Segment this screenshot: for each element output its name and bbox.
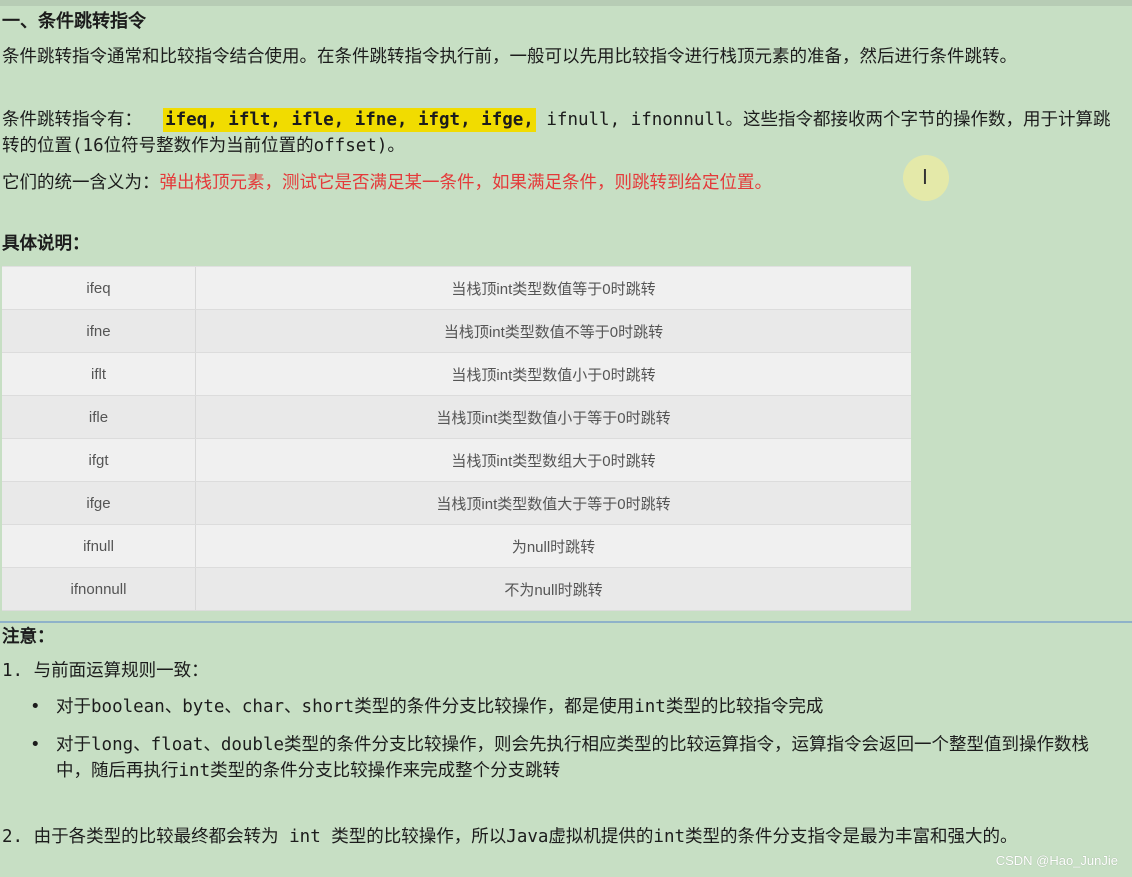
table-cell-desc: 当栈顶int类型数值小于0时跳转	[195, 352, 911, 396]
instruction-table-grid: ifeq 当栈顶int类型数值等于0时跳转 ifne 当栈顶int类型数值不等于…	[2, 267, 911, 611]
table-cell-desc: 不为null时跳转	[195, 567, 911, 611]
instruction-list-paragraph: 条件跳转指令有： ifeq, iflt, ifle, ifne, ifgt, i…	[2, 107, 1124, 159]
section-heading: 一、条件跳转指令	[2, 11, 146, 32]
table-cell-desc: 当栈顶int类型数值不等于0时跳转	[195, 309, 911, 353]
table-cell-desc: 为null时跳转	[195, 524, 911, 568]
table-cell-op: ifgt	[2, 438, 196, 482]
table-row: ifle 当栈顶int类型数值小于等于0时跳转	[2, 395, 911, 439]
table-row: ifnonnull 不为null时跳转	[2, 567, 911, 611]
text-cursor-icon: I	[922, 165, 928, 189]
table-row: ifge 当栈顶int类型数值大于等于0时跳转	[2, 481, 911, 525]
list-item: • 对于long、float、double类型的条件分支比较操作，则会先执行相应…	[30, 732, 1122, 784]
top-strip	[0, 0, 1132, 6]
meaning-prefix: 它们的统一含义为：	[2, 173, 160, 193]
meaning-red-text: 弹出栈顶元素，测试它是否满足某一条件，如果满足条件，则跳转到给定位置。	[159, 173, 773, 193]
detail-heading: 具体说明：	[2, 234, 90, 254]
section-divider	[0, 621, 1132, 623]
table-cell-op: ifne	[2, 309, 196, 353]
list-item-text: 对于long、float、double类型的条件分支比较操作，则会先执行相应类型…	[56, 735, 1090, 781]
note-heading: 注意：	[2, 627, 55, 647]
table-row: ifeq 当栈顶int类型数值等于0时跳转	[2, 267, 911, 310]
table-cell-op: ifnull	[2, 524, 196, 568]
table-cell-op: ifle	[2, 395, 196, 439]
bullet-icon: •	[30, 735, 41, 755]
table-cell-desc: 当栈顶int类型数值小于等于0时跳转	[195, 395, 911, 439]
bullet-icon: •	[30, 697, 41, 717]
table-row: ifne 当栈顶int类型数值不等于0时跳转	[2, 309, 911, 353]
watermark: CSDN @Hao_JunJie	[995, 853, 1118, 868]
table-cell-desc: 当栈顶int类型数值大于等于0时跳转	[195, 481, 911, 525]
table-cell-op: ifeq	[2, 267, 196, 310]
note-item-2: 2. 由于各类型的比较最终都会转为 int 类型的比较操作，所以Java虚拟机提…	[2, 827, 1018, 847]
list-item-text: 对于boolean、byte、char、short类型的条件分支比较操作，都是使…	[56, 697, 824, 717]
table-cell-op: iflt	[2, 352, 196, 396]
table-cell-op: ifge	[2, 481, 196, 525]
table-row: iflt 当栈顶int类型数值小于0时跳转	[2, 352, 911, 396]
note-item-1: 1. 与前面运算规则一致：	[2, 661, 209, 681]
table-row: ifnull 为null时跳转	[2, 524, 911, 568]
meaning-paragraph: 它们的统一含义为：弹出栈顶元素，测试它是否满足某一条件，如果满足条件，则跳转到给…	[2, 170, 1124, 196]
instruction-list-prefix: 条件跳转指令有：	[2, 110, 142, 130]
table-cell-desc: 当栈顶int类型数值等于0时跳转	[195, 267, 911, 310]
list-item: • 对于boolean、byte、char、short类型的条件分支比较操作，都…	[30, 694, 1122, 720]
instruction-table: ifeq 当栈顶int类型数值等于0时跳转 ifne 当栈顶int类型数值不等于…	[2, 266, 911, 611]
table-row: ifgt 当栈顶int类型数组大于0时跳转	[2, 438, 911, 482]
table-cell-desc: 当栈顶int类型数组大于0时跳转	[195, 438, 911, 482]
intro-paragraph: 条件跳转指令通常和比较指令结合使用。在条件跳转指令执行前，一般可以先用比较指令进…	[2, 47, 1017, 67]
highlighted-instructions: ifeq, iflt, ifle, ifne, ifgt, ifge,	[163, 108, 536, 132]
table-cell-op: ifnonnull	[2, 567, 196, 611]
